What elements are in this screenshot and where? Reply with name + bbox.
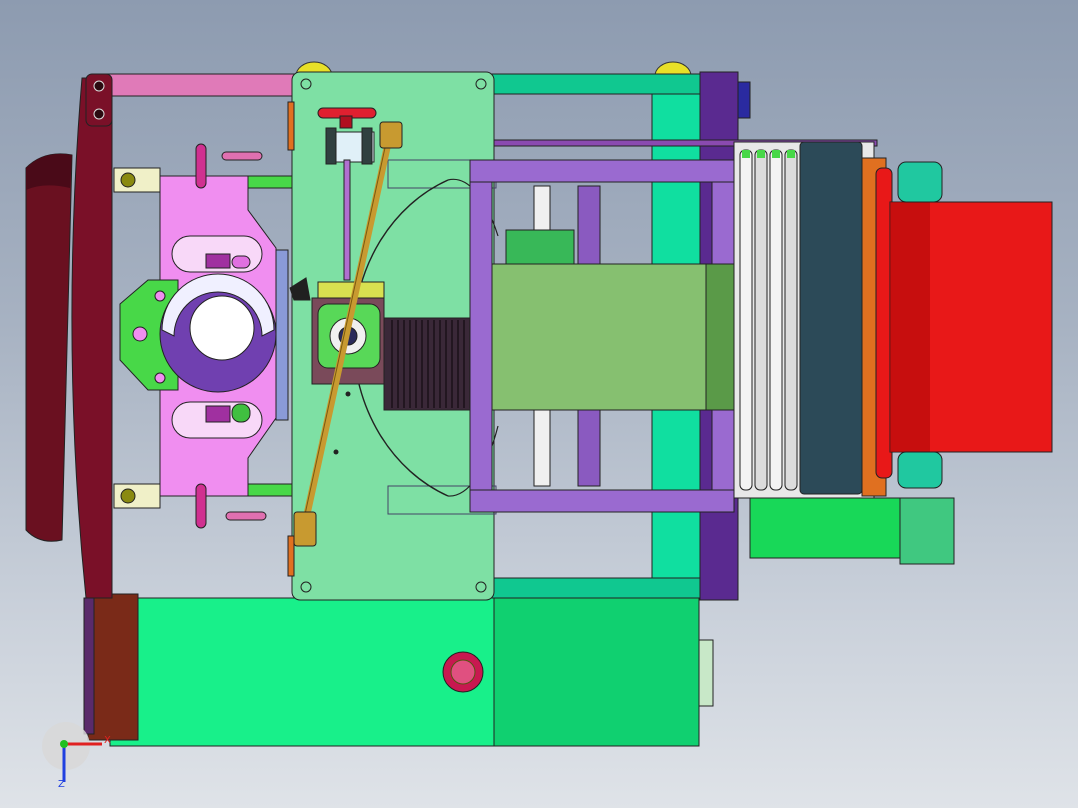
axis-x-label: X xyxy=(104,735,111,746)
top-pin-left xyxy=(195,143,207,189)
lower-bracket-bolt xyxy=(120,488,136,504)
control-box xyxy=(87,593,139,741)
maroon-guard-cap xyxy=(25,153,73,542)
tray-bracket xyxy=(899,497,955,565)
top-teal-rail xyxy=(491,73,703,95)
cyan-shaft-bottom xyxy=(897,451,943,489)
handwheel-block-right xyxy=(361,127,373,165)
arm-hole-1 xyxy=(132,326,148,342)
maroon-guard-cap-shade xyxy=(26,153,72,190)
base-side-tab xyxy=(698,639,714,707)
handwheel-hub xyxy=(339,115,353,129)
roller-cap xyxy=(757,150,765,158)
upper-green-bracket xyxy=(247,175,293,189)
roller-bar xyxy=(739,149,753,491)
base-housing xyxy=(109,597,496,747)
lower-green-bracket xyxy=(247,483,293,497)
machine-assembly-drawing[interactable] xyxy=(0,0,1078,808)
arm-hole-2 xyxy=(154,290,166,302)
rod-bolt-mid xyxy=(345,391,351,397)
rod-bottom-end xyxy=(293,511,317,547)
bottom-teal-rail xyxy=(491,577,703,599)
roller-bar xyxy=(769,149,783,491)
bottom-pin-left xyxy=(195,483,207,529)
top-pin-right xyxy=(221,151,263,161)
rod-bolt-low xyxy=(333,449,339,455)
handwheel-block-left xyxy=(325,127,337,165)
roller-cap xyxy=(742,150,750,158)
pink-top-bar xyxy=(97,73,295,97)
base-housing-right xyxy=(493,597,700,747)
base-knob-inner xyxy=(450,659,476,685)
roller-bar xyxy=(784,149,798,491)
purple-frame-left xyxy=(469,181,493,491)
control-box-face xyxy=(83,597,95,735)
right-slot-mark-bottom xyxy=(231,403,251,423)
purple-frame-bottom xyxy=(469,489,735,513)
lead-screw xyxy=(343,159,351,281)
main-bearing-bore xyxy=(189,295,255,361)
right-slot-mark-top xyxy=(231,255,251,269)
left-orange-strip-top xyxy=(287,101,295,151)
purple-frame-top xyxy=(469,159,735,183)
roller-cap xyxy=(772,150,780,158)
purple-side-strip xyxy=(737,81,751,119)
left-orange-strip-bottom xyxy=(287,535,295,577)
bottom-pin-right xyxy=(225,511,267,521)
roller-cap xyxy=(787,150,795,158)
red-roll-shade xyxy=(890,202,930,452)
cad-viewport[interactable]: X Z xyxy=(0,0,1078,808)
rod-top-end xyxy=(379,121,403,149)
upper-slot-insert xyxy=(205,253,231,269)
axis-z-label: Z xyxy=(58,779,65,790)
pink-link-pin-bottom xyxy=(93,108,105,120)
cyan-shaft-top xyxy=(897,161,943,203)
side-blue-rail xyxy=(275,249,289,421)
arm-hole-3 xyxy=(154,372,166,384)
slate-press-plate xyxy=(799,141,863,495)
lower-slot-insert xyxy=(205,405,231,423)
pink-link-pin-top xyxy=(93,80,105,92)
roller-shaft-lower xyxy=(533,409,551,487)
roller-bar xyxy=(754,149,768,491)
upper-bracket-bolt xyxy=(120,172,136,188)
maroon-curved-guard xyxy=(71,77,113,599)
